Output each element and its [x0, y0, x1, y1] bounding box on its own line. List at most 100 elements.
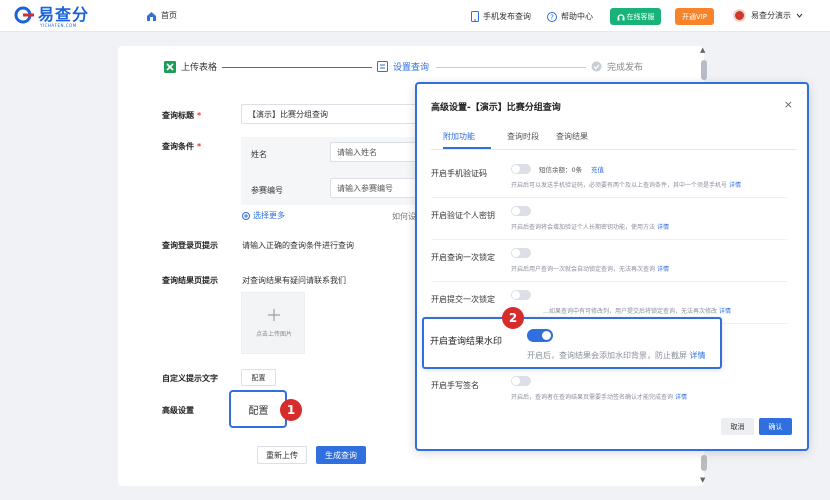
detail-link[interactable]: 详情: [690, 351, 706, 360]
step-publish-label: 完成发布: [607, 63, 644, 73]
condition-placeholder-2: 请输入参赛编号: [337, 183, 393, 193]
toggle-phone-verify[interactable]: [511, 164, 531, 174]
result-tip-value[interactable]: 对查询结果有疑问请联系我们: [242, 275, 346, 286]
settings-doc-icon: [377, 61, 388, 72]
select-more-link[interactable]: 选择更多: [242, 210, 285, 221]
logo-subtext: YICHAFEN.COM: [40, 23, 77, 28]
online-service-button[interactable]: 在线客服: [610, 8, 661, 25]
chevron-down-icon: [796, 13, 803, 18]
step-upload: 上传表格: [164, 60, 217, 73]
scroll-up-arrow-icon[interactable]: ▲: [700, 46, 705, 54]
how-to-link[interactable]: 如何设: [392, 211, 416, 222]
online-service-label: 在线客服: [626, 12, 655, 21]
detail-link[interactable]: 详情: [675, 394, 687, 401]
sms-balance: 短信余额：0条: [539, 166, 583, 174]
upload-image-area[interactable]: 点击上传图片: [241, 292, 305, 354]
step-indicator: 上传表格 设置查询 完成发布: [164, 60, 664, 76]
modal-tabs: 附加功能 查询时段 查询结果: [431, 126, 797, 150]
close-icon[interactable]: ×: [784, 98, 793, 111]
step-settings-label: 设置查询: [393, 63, 430, 73]
nav-home[interactable]: 首页: [146, 10, 177, 21]
logo-mark-icon: [14, 6, 36, 24]
detail-link[interactable]: 详情: [657, 224, 669, 231]
upload-label: 点击上传图片: [255, 331, 292, 338]
condition-input-1[interactable]: 请输入姓名: [330, 142, 421, 162]
custom-tip-config-button[interactable]: 配置: [241, 369, 276, 386]
nav-mobile-publish-label: 手机发布查询: [483, 12, 531, 21]
scrollbar-thumb[interactable]: [701, 60, 707, 80]
advanced-settings-modal: 高级设置-【演示】比赛分组查询 × 附加功能 查询时段 查询结果 开启手机验证码…: [415, 82, 809, 451]
toggle-personal-key[interactable]: [511, 206, 531, 216]
watermark-label: 开启查询结果水印: [430, 337, 503, 347]
setting-row-query-lock: 开启查询一次锁定 开启后用户查询一次就会自动锁定查询，无法再次查询 详情: [431, 240, 787, 282]
setting-desc: 开启后查询将会增加验证个人长期密钥功能，使用方法 详情: [511, 224, 669, 231]
advanced-config-button[interactable]: 配置: [238, 398, 279, 420]
home-icon: [147, 11, 156, 21]
setting-label: 开启提交一次锁定: [431, 295, 495, 304]
step-settings: 设置查询: [377, 60, 429, 73]
excel-icon: [164, 60, 176, 73]
help-icon: ?: [547, 11, 557, 22]
callout-badge-2: 2: [502, 307, 524, 329]
tab-query-result[interactable]: 查询结果: [556, 131, 588, 142]
setting-row-signature: 开启手写签名 开启后，查询者在查询结果页需要手动签名确认才能完成查询 详情: [431, 370, 787, 410]
setting-row-watermark: 开启查询结果水印 开启后，查询结果会添加水印背景，防止截屏 详情: [422, 317, 722, 369]
vip-label: 开通VIP: [681, 12, 708, 21]
avatar: [733, 9, 746, 22]
query-title-input[interactable]: 【演示】比赛分组查询: [241, 104, 421, 124]
setting-row-phone-verify: 开启手机验证码 短信余额：0条 充值 开启后可以发送手机验证码，必须要有两个及以…: [431, 156, 787, 198]
user-name: 易查分演示: [751, 11, 791, 20]
setting-row-personal-key: 开启验证个人密钥 开启后查询将会增加验证个人长期密钥功能，使用方法 详情: [431, 198, 787, 240]
logo-text: 易查分: [38, 5, 90, 24]
detail-link[interactable]: 详情: [719, 308, 731, 315]
generate-query-button[interactable]: 生成查询: [316, 446, 366, 464]
nav-home-label: 首页: [161, 11, 177, 20]
svg-text:?: ?: [550, 13, 554, 21]
phone-icon: [471, 11, 479, 22]
setting-desc: 开启后，查询者在查询结果页需要手动签名确认才能完成查询 详情: [511, 394, 687, 401]
active-tab-underline: [443, 147, 491, 149]
toggle-query-lock[interactable]: [511, 248, 531, 258]
setting-desc: …如果查询中有可修改列，用户提交后将锁定查询，无法再次修改 详情: [543, 308, 731, 315]
reupload-button[interactable]: 重新上传: [257, 446, 307, 464]
tab-query-period[interactable]: 查询时段: [507, 131, 539, 142]
login-tip-label: 查询登录页提示: [162, 241, 218, 250]
step-upload-label: 上传表格: [181, 63, 218, 73]
modal-confirm-button[interactable]: 确认: [759, 418, 792, 435]
plus-circle-icon: [242, 211, 250, 220]
scrollbar-thumb-lower[interactable]: [701, 455, 707, 471]
login-tip-value[interactable]: 请输入正确的查询条件进行查询: [242, 240, 354, 251]
nav-help-center-label: 帮助中心: [561, 12, 593, 21]
step-line-1: [222, 67, 372, 68]
setting-desc: 开启后用户查询一次就会自动锁定查询，无法再次查询 详情: [511, 266, 669, 273]
setting-label: 开启验证个人密钥: [431, 211, 495, 220]
step-line-2: [436, 67, 586, 68]
setting-label: 开启查询一次锁定: [431, 253, 495, 262]
condition-input-2[interactable]: 请输入参赛编号: [330, 178, 421, 198]
toggle-watermark[interactable]: [527, 329, 553, 342]
scroll-down-arrow-icon[interactable]: ▼: [700, 476, 705, 484]
logo[interactable]: 易查分 YICHAFEN.COM: [14, 5, 90, 28]
callout-badge-1: 1: [280, 399, 302, 421]
setting-label: 开启手写签名: [431, 381, 479, 390]
headset-icon: [616, 13, 625, 20]
modal-cancel-button[interactable]: 取消: [721, 418, 754, 435]
toggle-signature[interactable]: [511, 376, 531, 386]
watermark-desc: 开启后，查询结果会添加水印背景，防止截屏 详情: [527, 351, 706, 360]
query-condition-label: 查询条件 *: [162, 142, 202, 151]
top-bar: 易查分 YICHAFEN.COM 首页 手机发布查询 ? 帮助中心 在线客服 开…: [0, 0, 830, 32]
nav-help-center[interactable]: ? 帮助中心: [547, 11, 593, 22]
detail-link[interactable]: 详情: [657, 266, 669, 273]
query-title-value: 【演示】比赛分组查询: [248, 109, 328, 119]
toggle-submit-lock[interactable]: [511, 290, 531, 300]
modal-title: 高级设置-【演示】比赛分组查询: [431, 103, 561, 113]
check-circle-icon: [591, 61, 602, 72]
result-tip-label: 查询结果页提示: [162, 276, 218, 285]
recharge-link[interactable]: 充值: [591, 164, 604, 174]
vip-button[interactable]: 开通VIP: [675, 8, 714, 25]
user-menu[interactable]: 易查分演示: [733, 9, 803, 22]
setting-desc: 开启后可以发送手机验证码，必须要有两个及以上查询条件，其中一个须是手机号 详情: [511, 182, 741, 189]
nav-mobile-publish[interactable]: 手机发布查询: [471, 11, 531, 22]
tab-extra-features[interactable]: 附加功能: [443, 131, 475, 142]
detail-link[interactable]: 详情: [729, 182, 741, 189]
